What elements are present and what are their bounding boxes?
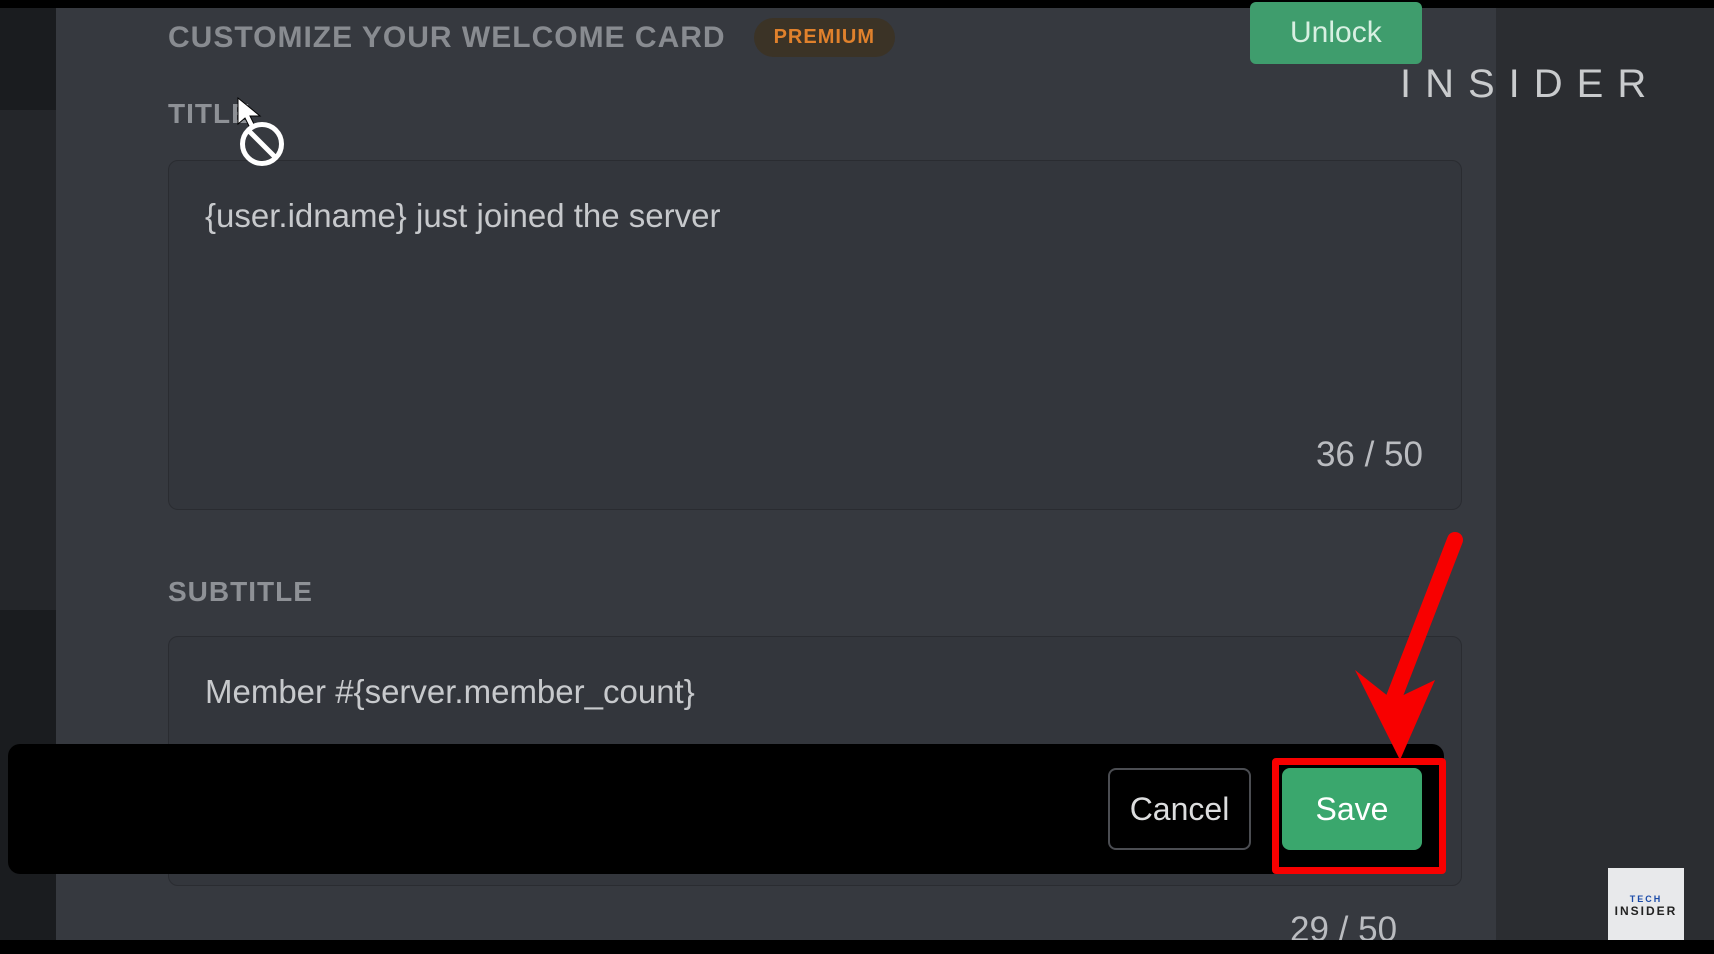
subtitle-label: Subtitle — [168, 576, 313, 608]
cancel-button[interactable]: Cancel — [1108, 768, 1251, 850]
title-char-counter: 36 / 50 — [1316, 435, 1423, 475]
app-stage: Customize your welcome card Premium Unlo… — [0, 0, 1714, 954]
panel-header: Customize your welcome card Premium — [168, 18, 895, 57]
save-button[interactable]: Save — [1282, 768, 1422, 850]
logo-line1: TECH — [1630, 894, 1663, 904]
title-input[interactable]: {user.idname} just joined the server 36 … — [168, 160, 1462, 510]
window-bottombar — [0, 940, 1714, 954]
right-pad — [1496, 8, 1714, 942]
title-input-text: {user.idname} just joined the server — [205, 197, 720, 235]
title-label: Title — [168, 98, 251, 130]
left-gutter — [0, 110, 56, 610]
tech-insider-logo: TECH INSIDER — [1608, 868, 1684, 944]
logo-line2: INSIDER — [1615, 904, 1678, 918]
insider-watermark: INSIDER — [1400, 62, 1660, 107]
save-changes-bar: Cancel Save — [8, 744, 1444, 874]
window-topbar — [0, 0, 1714, 8]
premium-badge: Premium — [754, 18, 895, 57]
panel-title: Customize your welcome card — [168, 21, 726, 55]
subtitle-input-text: Member #{server.member_count} — [205, 673, 695, 711]
unlock-button[interactable]: Unlock — [1250, 2, 1422, 64]
